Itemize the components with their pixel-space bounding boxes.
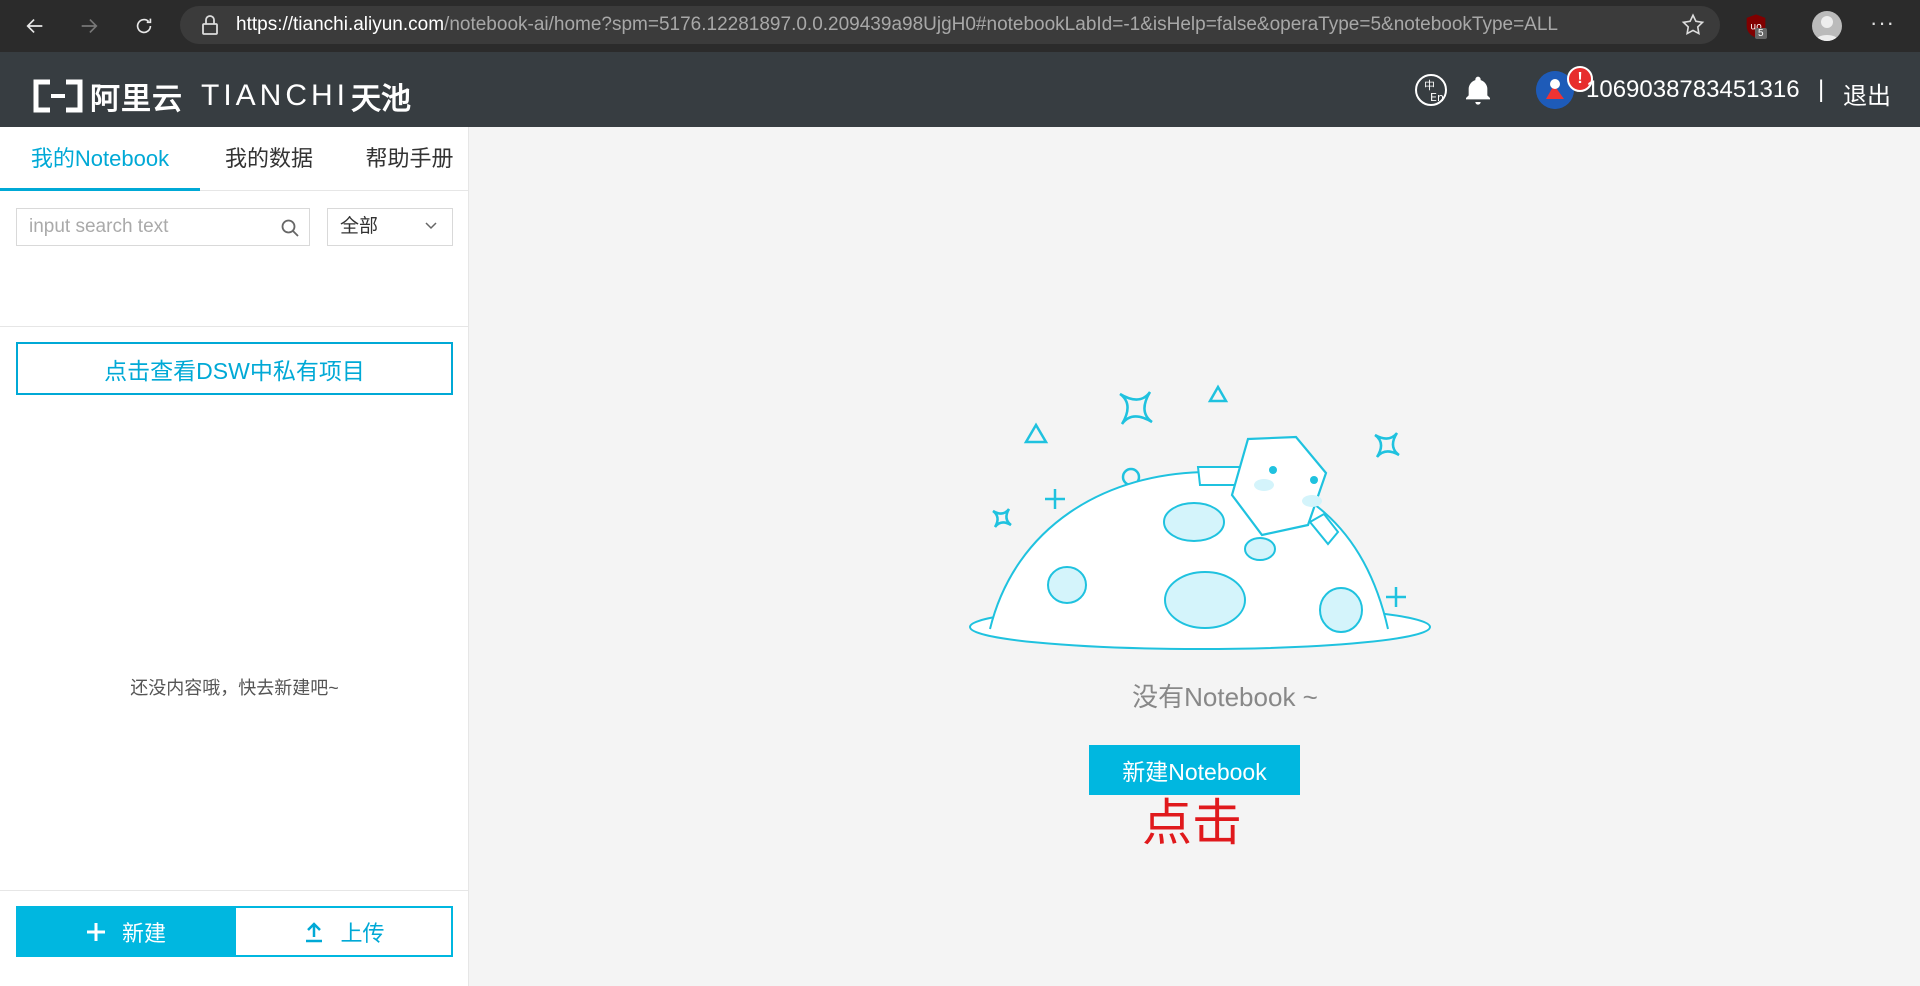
aliyun-logo-icon — [33, 79, 83, 113]
reload-icon[interactable] — [126, 8, 162, 44]
header-separator: | — [1818, 76, 1825, 103]
lock-icon — [202, 15, 218, 35]
empty-state-title: 没有Notebook ~ — [1132, 682, 1318, 712]
tianchi-logo[interactable]: 阿里云 TIANCHI 天池 — [30, 74, 411, 118]
sidebar-footer: 新建 上传 — [0, 890, 469, 986]
divider — [0, 326, 469, 327]
address-bar[interactable]: https://tianchi.aliyun.com/notebook-ai/h… — [180, 6, 1720, 44]
empty-planet-illustration — [969, 384, 1431, 650]
url-host: https://tianchi.aliyun.com — [236, 14, 445, 35]
extension-badge: 5 — [1755, 28, 1767, 39]
search-area: 全部 点击查看DSW中私有项目 — [0, 191, 469, 395]
tab-my-data[interactable]: 我的数据 — [205, 127, 333, 191]
more-menu-icon[interactable]: ··· — [1870, 10, 1895, 36]
profile-icon[interactable] — [1812, 11, 1842, 41]
user-id[interactable]: 1069038783451316 — [1586, 76, 1800, 104]
forward-arrow-icon[interactable] — [71, 8, 107, 44]
sidebar-empty-text: 还没内容哦，快去新建吧~ — [130, 678, 339, 698]
bell-icon[interactable] — [1462, 74, 1494, 106]
view-dsw-projects-button[interactable]: 点击查看DSW中私有项目 — [16, 342, 453, 395]
url-path: /notebook-ai/home?spm=5176.12281897.0.0.… — [444, 14, 1558, 35]
new-button[interactable]: 新建 — [16, 906, 234, 957]
star-icon[interactable] — [1680, 12, 1706, 38]
click-hint-annotation: 点击 — [1142, 794, 1242, 852]
search-icon[interactable] — [280, 218, 300, 238]
upload-icon — [306, 921, 323, 942]
search-input[interactable] — [16, 208, 310, 246]
back-arrow-icon[interactable] — [17, 8, 53, 44]
upload-button-label: 上传 — [340, 920, 385, 946]
app-header: 阿里云 TIANCHI 天池 中 En ! 1069038783451316 | … — [0, 52, 1920, 127]
logout-link[interactable]: 退出 — [1843, 76, 1891, 111]
tab-help-manual[interactable]: 帮助手册 — [350, 127, 469, 191]
svg-text:En: En — [1430, 91, 1444, 104]
sidebar: 我的Notebook 我的数据 帮助手册 全部 点击查看DSW中私有项目 还没内… — [0, 127, 469, 986]
tab-my-notebook[interactable]: 我的Notebook — [0, 127, 200, 191]
new-button-label: 新建 — [121, 920, 166, 946]
plus-icon — [86, 922, 105, 941]
main-content: 没有Notebook ~ 新建Notebook 点击 — [470, 127, 1920, 986]
chevron-down-icon — [425, 222, 437, 230]
filter-selected-value: 全部 — [340, 216, 379, 237]
language-switch-icon[interactable]: 中En — [1413, 72, 1449, 108]
browser-toolbar: https://tianchi.aliyun.com/notebook-ai/h… — [0, 0, 1920, 52]
type-filter-select[interactable]: 全部 — [327, 208, 453, 246]
sidebar-tabs: 我的Notebook 我的数据 帮助手册 — [0, 127, 469, 191]
upload-button[interactable]: 上传 — [234, 906, 453, 957]
